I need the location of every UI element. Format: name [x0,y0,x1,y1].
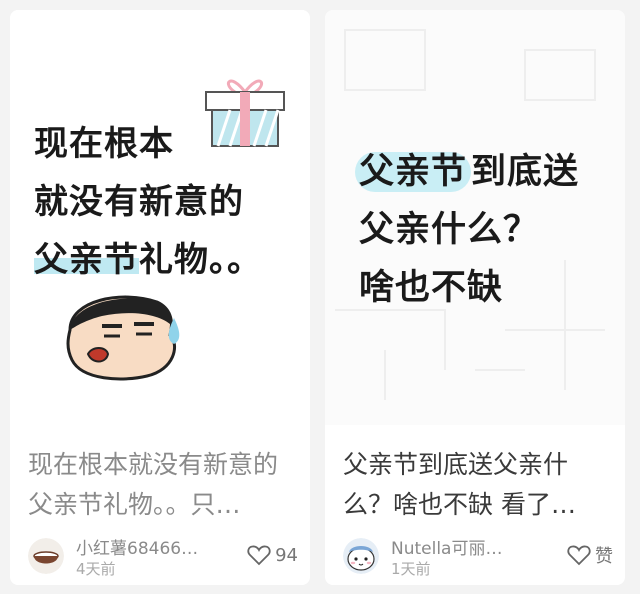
coconut-bowl-icon [28,538,64,574]
like-button[interactable]: 赞 [567,542,613,568]
like-label: 赞 [595,546,613,567]
cover-line: 啥也不缺 [359,268,504,308]
author-avatar[interactable] [343,538,379,574]
cover-line: 就没有新意的 [34,182,244,222]
author-row: 小红薯68466… 4天前 94 [28,530,298,578]
heart-outline-icon [247,545,271,566]
author-name[interactable]: Nutella可丽… [391,534,502,559]
highlighted-text: 父亲节 [34,240,139,280]
author-name[interactable]: 小红薯68466… [76,534,198,559]
cover-image[interactable]: 父亲节 到底送 父亲什么？ 啥也不缺 [325,10,625,425]
cover-image[interactable]: 现在根本 就没有新意的 父亲节礼物。。 [10,10,310,425]
author-row: Nutella可丽… 1天前 赞 [343,530,613,578]
note-card-1[interactable]: 现在根本 就没有新意的 父亲节礼物。。 现在根本就没有新意的父亲节礼物。。只… … [10,10,310,585]
like-button[interactable]: 94 [247,542,298,568]
note-title[interactable]: 现在根本就没有新意的父亲节礼物。。只… [28,445,298,525]
cover-text-fragment: 到底送 [471,152,580,192]
cover-text: 父亲节 到底送 父亲什么？ 啥也不缺 [355,143,580,317]
cover-line: 父亲节 到底送 [355,143,580,201]
like-count: 94 [275,544,298,566]
post-time: 4天前 [76,560,116,578]
heart-outline-icon [567,545,591,566]
post-time: 1天前 [391,560,431,578]
highlighted-text: 父亲节 [355,152,472,192]
author-avatar[interactable] [28,538,64,574]
cover-text-fragment: 礼物。。 [139,240,262,280]
cover-line: 父亲节礼物。。 [34,231,262,289]
cover-line: 父亲什么？ [359,210,540,250]
note-card-2[interactable]: 父亲节 到底送 父亲什么？ 啥也不缺 父亲节到底送父亲什么？啥也不缺 看了… Nu… [325,10,625,585]
cover-line: 现在根本 [34,124,174,164]
shinchan-face-icon [66,295,180,381]
cover-text: 现在根本 就没有新意的 父亲节礼物。。 [34,115,262,289]
note-title[interactable]: 父亲节到底送父亲什么？啥也不缺 看了… [343,445,613,525]
cartoon-character-icon [343,538,379,574]
